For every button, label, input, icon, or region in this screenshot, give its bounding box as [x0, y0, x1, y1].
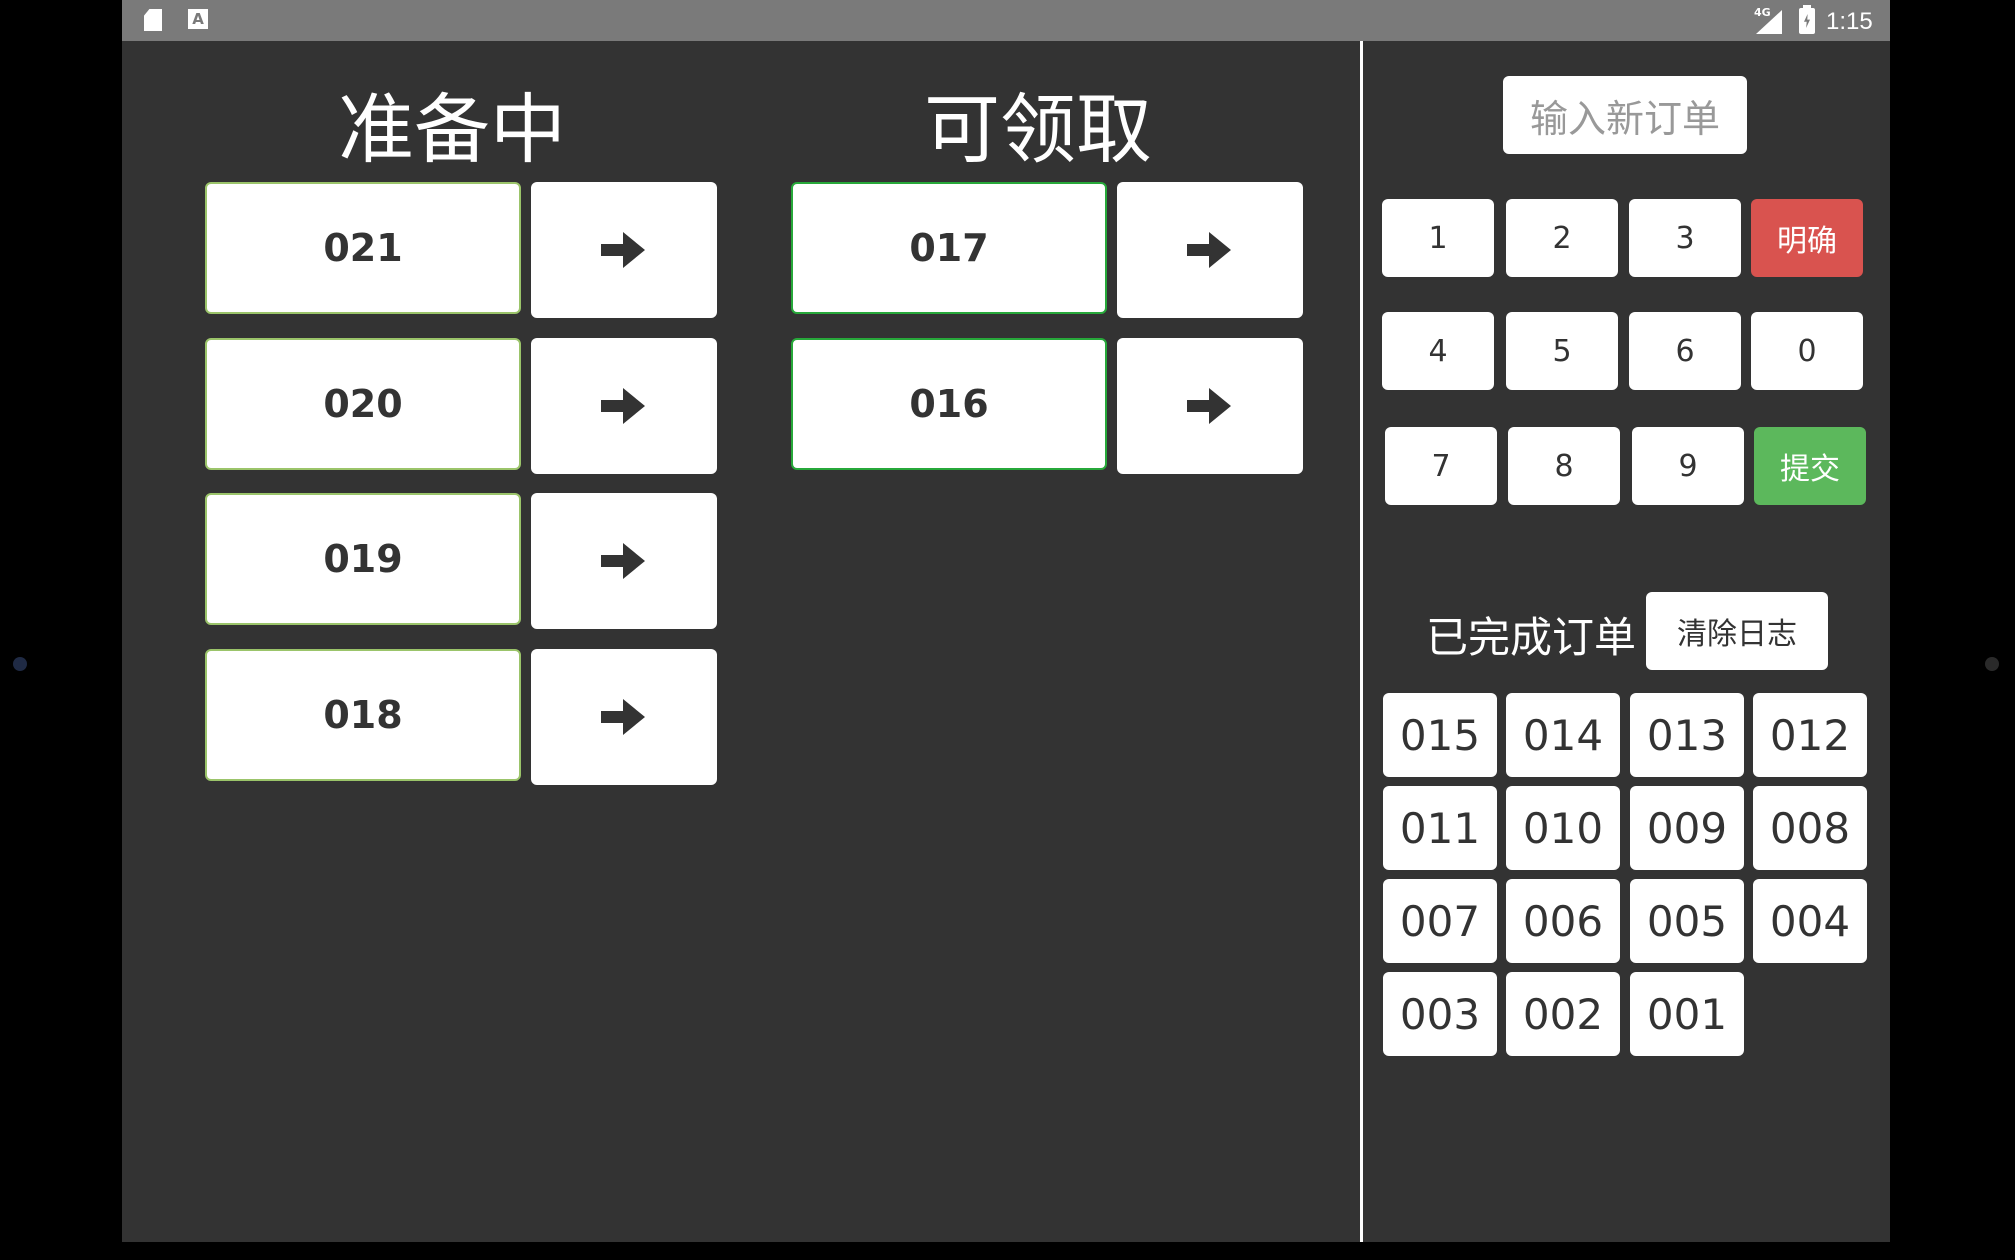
sd-card-icon — [144, 9, 162, 31]
preparing-order-button[interactable]: 021 — [205, 182, 521, 314]
keypad-4-button[interactable]: 4 — [1382, 312, 1494, 390]
keypad-7-button[interactable]: 7 — [1385, 427, 1497, 505]
complete-order-button[interactable] — [1117, 338, 1303, 474]
ready-order-button[interactable]: 016 — [791, 338, 1107, 470]
keypad-5-button[interactable]: 5 — [1506, 312, 1618, 390]
keypad-0-button[interactable]: 0 — [1751, 312, 1863, 390]
arrow-right-icon — [601, 232, 645, 268]
completed-order-button[interactable]: 005 — [1630, 879, 1744, 963]
completed-order-button[interactable]: 014 — [1506, 693, 1620, 777]
completed-orders-title: 已完成订单 — [1426, 613, 1637, 662]
preparing-title: 准备中 — [338, 85, 566, 174]
submit-button[interactable]: 提交 — [1754, 427, 1866, 505]
completed-order-button[interactable]: 013 — [1630, 693, 1744, 777]
completed-order-button[interactable]: 009 — [1630, 786, 1744, 870]
advance-order-button[interactable] — [531, 649, 717, 785]
sensor-dot — [1985, 657, 1999, 671]
status-bar: A 4G 1:15 — [122, 0, 1890, 41]
arrow-right-icon — [601, 543, 645, 579]
completed-order-button[interactable]: 007 — [1383, 879, 1497, 963]
clear-log-button[interactable]: 清除日志 — [1646, 592, 1828, 670]
advance-order-button[interactable] — [531, 493, 717, 629]
battery-charging-icon — [1799, 5, 1815, 34]
keypad-1-button[interactable]: 1 — [1382, 199, 1494, 277]
ready-order-button[interactable]: 017 — [791, 182, 1107, 314]
clear-entry-button[interactable]: 明确 — [1751, 199, 1863, 277]
arrow-right-icon — [1187, 388, 1231, 424]
completed-order-button[interactable]: 001 — [1630, 972, 1744, 1056]
new-order-input[interactable]: 输入新订单 — [1503, 76, 1747, 154]
completed-order-button[interactable]: 003 — [1383, 972, 1497, 1056]
complete-order-button[interactable] — [1117, 182, 1303, 318]
network-type: 4G — [1754, 6, 1771, 19]
keypad-2-button[interactable]: 2 — [1506, 199, 1618, 277]
notification-icon: A — [188, 9, 208, 29]
completed-order-button[interactable]: 006 — [1506, 879, 1620, 963]
arrow-right-icon — [601, 388, 645, 424]
keypad-3-button[interactable]: 3 — [1629, 199, 1741, 277]
arrow-right-icon — [601, 699, 645, 735]
advance-order-button[interactable] — [531, 338, 717, 474]
preparing-order-button[interactable]: 020 — [205, 338, 521, 470]
advance-order-button[interactable] — [531, 182, 717, 318]
completed-order-button[interactable]: 010 — [1506, 786, 1620, 870]
keypad-9-button[interactable]: 9 — [1632, 427, 1744, 505]
completed-order-button[interactable]: 008 — [1753, 786, 1867, 870]
panel-divider — [1360, 41, 1363, 1242]
completed-order-button[interactable]: 004 — [1753, 879, 1867, 963]
completed-order-button[interactable]: 011 — [1383, 786, 1497, 870]
completed-order-button[interactable]: 015 — [1383, 693, 1497, 777]
completed-order-button[interactable]: 002 — [1506, 972, 1620, 1056]
preparing-order-button[interactable]: 018 — [205, 649, 521, 781]
status-time: 1:15 — [1826, 8, 1873, 35]
keypad-6-button[interactable]: 6 — [1629, 312, 1741, 390]
completed-order-button[interactable]: 012 — [1753, 693, 1867, 777]
preparing-order-button[interactable]: 019 — [205, 493, 521, 625]
camera-dot — [13, 657, 27, 671]
tablet-screen: A 4G 1:15 准备中 021 020 019 018 可领取 017 01… — [122, 0, 1890, 1242]
arrow-right-icon — [1187, 232, 1231, 268]
keypad-8-button[interactable]: 8 — [1508, 427, 1620, 505]
ready-title: 可领取 — [924, 85, 1152, 174]
